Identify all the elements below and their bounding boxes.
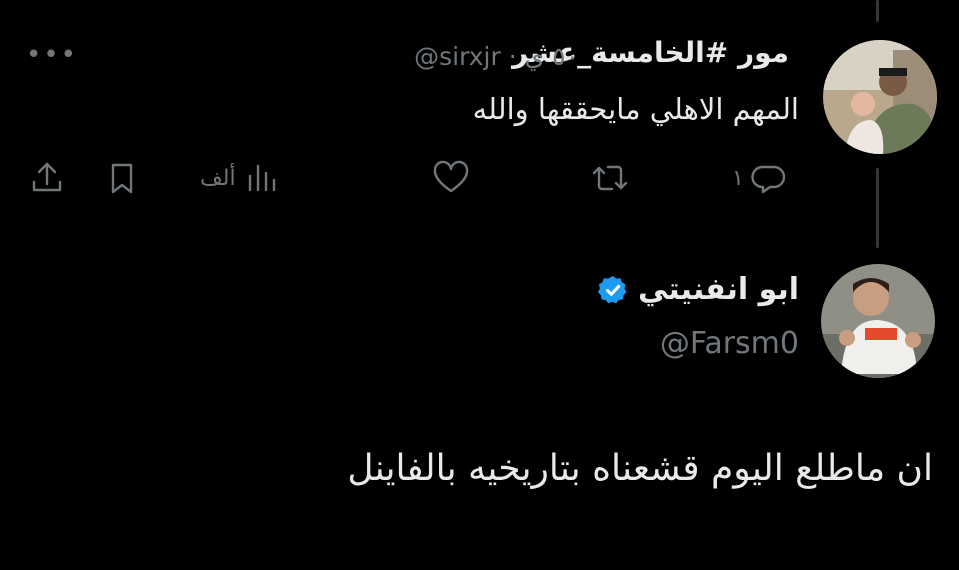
retweet-icon xyxy=(592,165,628,191)
share-button[interactable] xyxy=(28,158,66,198)
reply-text: المهم الاهلي مايحققها والله xyxy=(472,92,799,126)
heart-icon xyxy=(433,160,469,193)
retweet-button[interactable] xyxy=(590,158,636,198)
meta-separator: · xyxy=(508,42,517,71)
reply-icon xyxy=(751,165,786,194)
thread-line-middle xyxy=(876,168,879,248)
original-author-handle[interactable]: @Farsm0 xyxy=(660,326,799,361)
thread-line-top xyxy=(876,0,879,22)
original-tweet-text: ان ماطلع اليوم قشعناه بتاريخيه بالفاينل xyxy=(347,448,933,489)
avatar[interactable] xyxy=(821,264,935,378)
more-options-icon[interactable]: ••• xyxy=(26,40,78,70)
verified-badge-icon xyxy=(597,275,627,303)
bookmark-button[interactable] xyxy=(104,158,140,198)
original-author-name[interactable]: ابو انفنيتي xyxy=(638,272,799,307)
reply-button[interactable]: ١ xyxy=(732,158,786,198)
reply-time[interactable]: ٥٠ ي xyxy=(525,42,579,71)
original-author[interactable]: ابو انفنيتي xyxy=(597,272,799,307)
analytics-icon xyxy=(248,164,275,192)
like-button[interactable] xyxy=(432,158,476,198)
reply-meta: @sirxjr · ٥٠ ي xyxy=(414,42,579,71)
bookmark-icon xyxy=(111,163,133,194)
reply-handle[interactable]: @sirxjr xyxy=(414,42,501,71)
views-button[interactable]: ألف xyxy=(200,158,282,198)
reply-count: ١ xyxy=(732,165,744,191)
share-icon xyxy=(32,162,62,192)
avatar[interactable] xyxy=(823,40,937,154)
views-count: ألف xyxy=(200,165,236,191)
